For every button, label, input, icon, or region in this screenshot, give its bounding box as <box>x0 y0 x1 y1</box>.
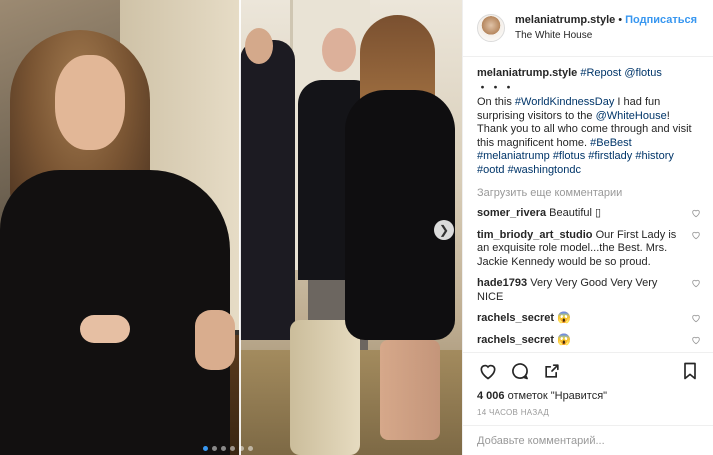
face <box>55 55 125 150</box>
carousel-dot <box>230 446 235 451</box>
man-head <box>245 28 273 64</box>
load-more-comments-button[interactable]: Загрузить еще комментарии <box>477 187 701 199</box>
handshake <box>195 310 235 370</box>
post-sidebar: melaniatrump.style • Подписаться The Whi… <box>462 0 713 455</box>
heart-icon <box>480 364 496 379</box>
legs <box>380 340 440 440</box>
caption-text: On this <box>477 96 515 108</box>
heart-icon[interactable] <box>691 208 701 218</box>
heart-icon[interactable] <box>691 335 701 345</box>
man-head <box>322 28 356 72</box>
header-username[interactable]: melaniatrump.style <box>515 13 615 28</box>
location-link[interactable]: The White House <box>515 28 697 43</box>
comment-username[interactable]: tim_briody_art_studio <box>477 229 593 241</box>
instagram-post: ❯ melaniatrump.style • Подписаться The W… <box>0 0 713 455</box>
header-text: melaniatrump.style • Подписаться The Whi… <box>515 13 697 43</box>
comment-text: 😱 <box>557 333 571 346</box>
follow-button[interactable]: Подписаться <box>625 13 697 28</box>
heart-icon[interactable] <box>691 278 701 288</box>
bookmark-icon <box>684 362 696 379</box>
likes-count[interactable]: 4 006 отметок "Нравится" <box>463 388 713 404</box>
heart-icon[interactable] <box>691 313 701 323</box>
comment-input[interactable] <box>477 434 701 447</box>
carousel-dot <box>221 446 226 451</box>
hashtag-kindness[interactable]: #WorldKindnessDay <box>515 96 614 108</box>
comment: rachels_secret 😱 <box>477 334 701 348</box>
comment: rachels_secret 😱 <box>477 312 701 326</box>
photo-right <box>240 0 462 455</box>
repost-hashtag[interactable]: #Repost <box>580 67 621 79</box>
add-comment-bar <box>463 425 713 455</box>
carousel-dot <box>248 446 253 451</box>
separator: • <box>618 14 623 26</box>
comment-text: 😱 <box>557 312 571 324</box>
man-with-phone <box>240 40 295 340</box>
likes-number: 4 006 <box>477 390 505 402</box>
comment-username[interactable]: rachels_secret <box>477 334 554 346</box>
photo-left <box>0 0 240 455</box>
carousel-dot <box>212 446 217 451</box>
speech-bubble-icon <box>512 362 528 379</box>
post-header: melaniatrump.style • Подписаться The Whi… <box>463 0 713 57</box>
timestamp[interactable]: 14 часов назад <box>463 404 713 425</box>
woman-black-dress <box>345 90 455 340</box>
comment-username[interactable]: somer_rivera <box>477 207 546 219</box>
comment: hade1793 Very Very Good Very Very NICE <box>477 277 701 304</box>
comment: tim_briody_art_studio Our First Lady is … <box>477 229 701 270</box>
post-media[interactable]: ❯ <box>0 0 462 455</box>
comment-button[interactable] <box>509 360 531 382</box>
action-bar <box>463 352 713 388</box>
chevron-right-icon: ❯ <box>438 223 450 237</box>
carousel-dot <box>239 446 244 451</box>
sofa <box>290 320 360 455</box>
comments-section[interactable]: melaniatrump.style #Repost @flotus ・・・ O… <box>463 57 713 352</box>
caption-username[interactable]: melaniatrump.style <box>477 67 577 79</box>
like-button[interactable] <box>477 360 499 382</box>
likes-label: отметок "Нравится" <box>504 390 608 402</box>
avatar[interactable] <box>477 14 505 42</box>
caption-dots: ・・・ <box>477 81 516 94</box>
comment-username[interactable]: rachels_secret <box>477 312 554 324</box>
save-button[interactable] <box>679 360 701 382</box>
share-button[interactable] <box>541 360 563 382</box>
carousel-next-button[interactable]: ❯ <box>434 220 454 240</box>
header-line: melaniatrump.style • Подписаться <box>515 13 697 28</box>
repost-mention[interactable]: @flotus <box>624 67 661 79</box>
comment-username[interactable]: hade1793 <box>477 277 527 289</box>
carousel-indicator <box>203 446 253 451</box>
black-dress <box>0 170 230 455</box>
carousel-dot <box>203 446 208 451</box>
share-icon <box>545 363 559 378</box>
caption: melaniatrump.style #Repost @flotus ・・・ O… <box>477 67 701 177</box>
comment: somer_rivera Beautiful ▯ <box>477 207 701 221</box>
mention-whitehouse[interactable]: @WhiteHouse <box>596 110 667 122</box>
heart-icon[interactable] <box>691 230 701 240</box>
hand <box>80 315 130 343</box>
comment-text: Beautiful ▯ <box>549 207 602 219</box>
collage-divider <box>239 0 241 455</box>
